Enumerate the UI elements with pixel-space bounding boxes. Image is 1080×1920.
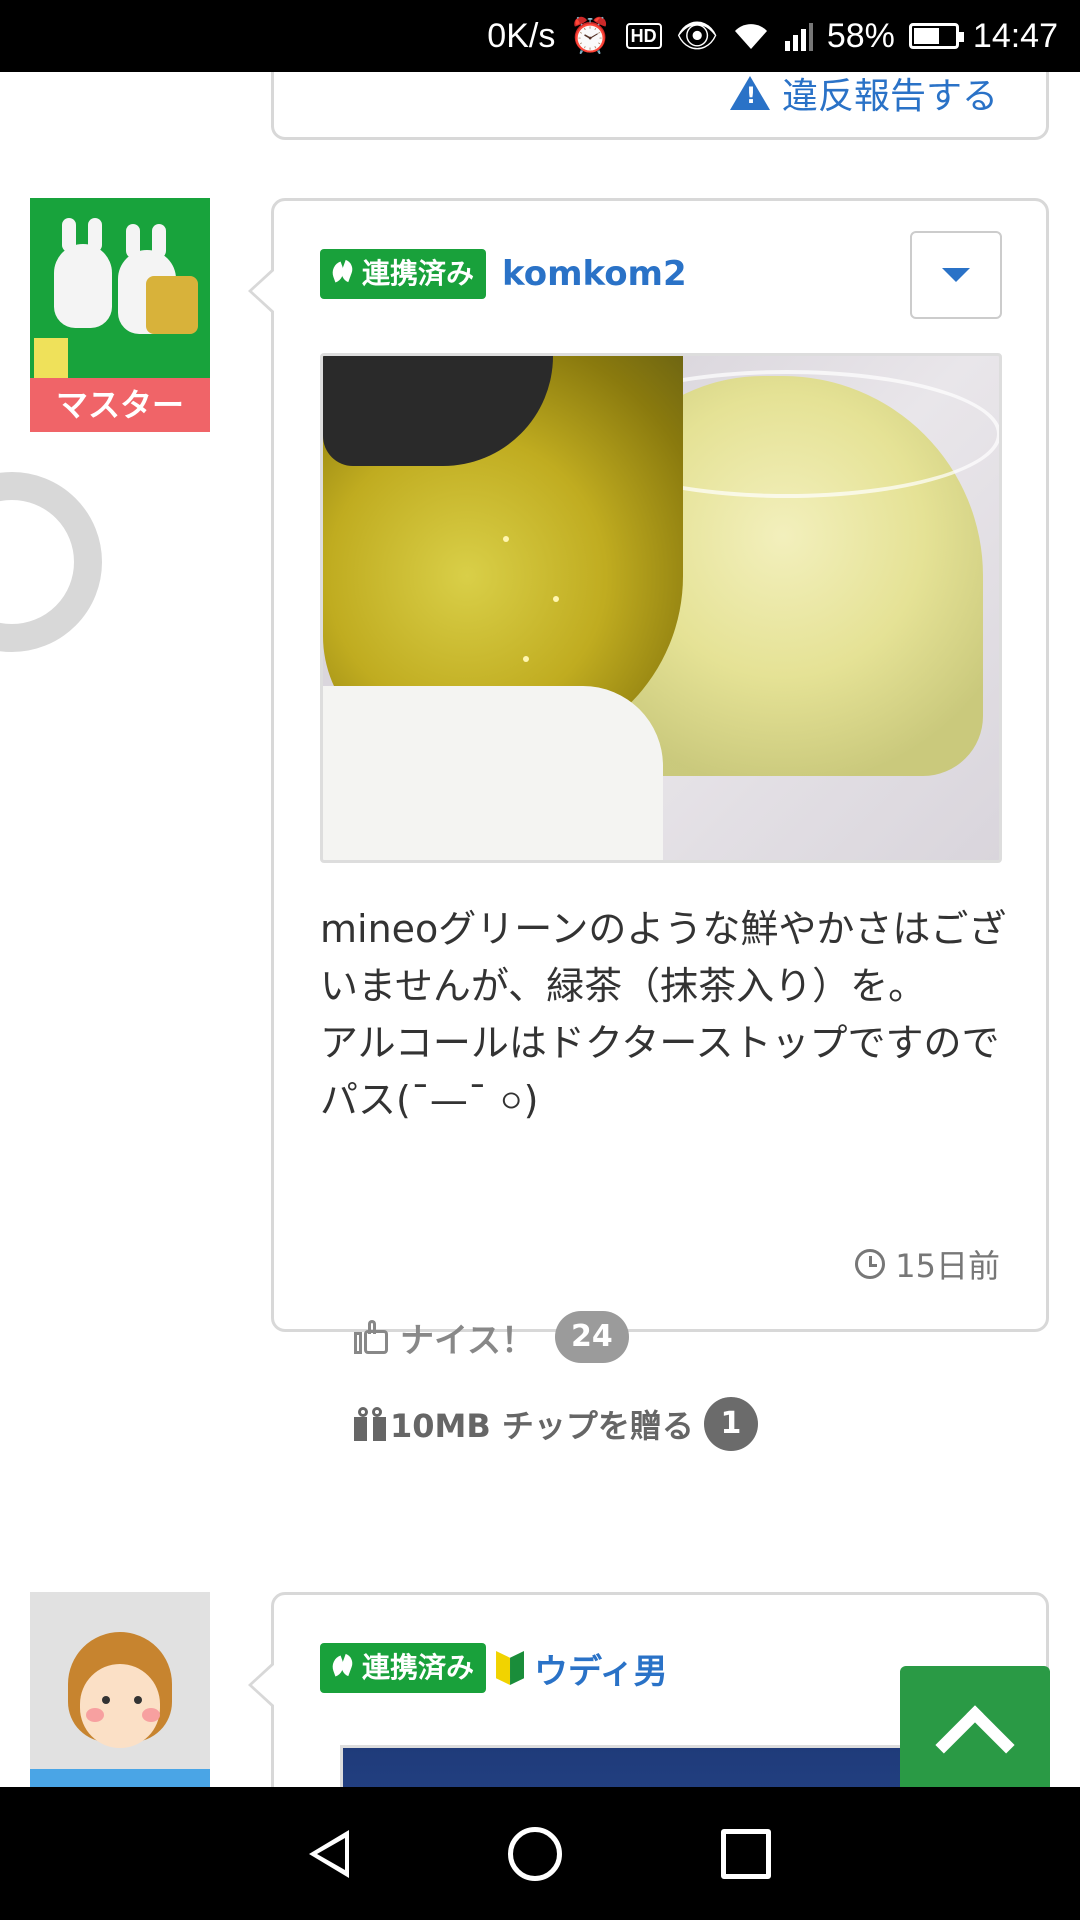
- recent-apps-icon[interactable]: [720, 1828, 771, 1879]
- linked-badge: 連携済み: [320, 1643, 487, 1693]
- avatar-image: [30, 198, 210, 378]
- caret-down-icon: [942, 268, 970, 282]
- status-bar: 0K/s ⏰ HD 👁 58% 14:47: [0, 0, 1080, 72]
- hd-icon: HD: [625, 23, 662, 49]
- chevron-up-icon: [935, 1705, 1015, 1785]
- gift-icon: [354, 1407, 386, 1441]
- comment-photo[interactable]: [340, 1745, 980, 1787]
- linked-badge-label: 連携済み: [362, 257, 475, 290]
- clock-time: 14:47: [972, 16, 1058, 55]
- nice-button[interactable]: ナイス！ 24: [354, 1311, 629, 1363]
- mineo-leaf-icon: [332, 261, 354, 287]
- timestamp-label: 15日前: [895, 1247, 1000, 1285]
- nice-label: ナイス！: [400, 1320, 535, 1361]
- home-icon[interactable]: [507, 1826, 562, 1881]
- rank-strip: [30, 1769, 210, 1787]
- timestamp: 15日前: [855, 1241, 1000, 1287]
- comment-header: 連携済み ウディ男: [320, 1643, 668, 1693]
- report-violation-link[interactable]: ! 違反報告する: [729, 72, 998, 119]
- comment-photo[interactable]: [320, 353, 1002, 863]
- card-pointer: [248, 1661, 275, 1709]
- scroll-to-top-button[interactable]: [900, 1666, 1050, 1787]
- avatar[interactable]: マスター: [30, 198, 210, 432]
- network-speed: 0K/s: [487, 16, 556, 55]
- tip-count-badge: 1: [703, 1397, 758, 1451]
- thumbs-up-icon: [354, 1320, 390, 1354]
- previous-comment-card: ! 違反報告する: [271, 72, 1049, 140]
- comment-menu-button[interactable]: [910, 231, 1002, 319]
- loading-spinner: [0, 472, 102, 652]
- comment-header: 連携済み komkom2: [320, 249, 687, 299]
- alarm-icon: ⏰: [569, 17, 612, 55]
- comment-feed[interactable]: ! 違反報告する マスター 連携済み komkom2 mineoグリーンのような…: [0, 72, 1080, 1787]
- card-pointer: [248, 267, 275, 315]
- beginner-mark-icon: [496, 1651, 525, 1685]
- rank-badge: マスター: [30, 378, 210, 432]
- battery-percent: 58%: [826, 16, 895, 55]
- comment-card: 連携済み komkom2 mineoグリーンのような鮮やかさはございませんが、緑…: [248, 198, 1049, 1451]
- username-link[interactable]: ウディ男: [534, 1644, 668, 1693]
- linked-badge-label: 連携済み: [362, 1651, 475, 1684]
- warning-icon: !: [729, 76, 770, 110]
- clock-icon: [855, 1249, 886, 1279]
- send-tip-label: 10MB チップを贈る: [390, 1407, 694, 1445]
- send-tip-button[interactable]: 10MB チップを贈る 1: [354, 1397, 758, 1451]
- nice-count-badge: 24: [554, 1311, 629, 1363]
- signal-icon: [783, 21, 813, 51]
- linked-badge: 連携済み: [320, 249, 487, 299]
- battery-icon: [908, 23, 964, 49]
- wifi-icon: [733, 21, 769, 51]
- username-link[interactable]: komkom2: [502, 254, 687, 294]
- eye-icon: 👁: [675, 17, 719, 55]
- avatar[interactable]: [30, 1592, 210, 1787]
- back-icon[interactable]: [309, 1829, 350, 1878]
- report-link-label: 違反報告する: [781, 76, 998, 117]
- mineo-leaf-icon: [332, 1655, 354, 1681]
- android-nav-bar: [0, 1787, 1080, 1920]
- comment-body: mineoグリーンのような鮮やかさはございませんが、緑茶（抹茶入り）を。 アルコ…: [320, 907, 1007, 1122]
